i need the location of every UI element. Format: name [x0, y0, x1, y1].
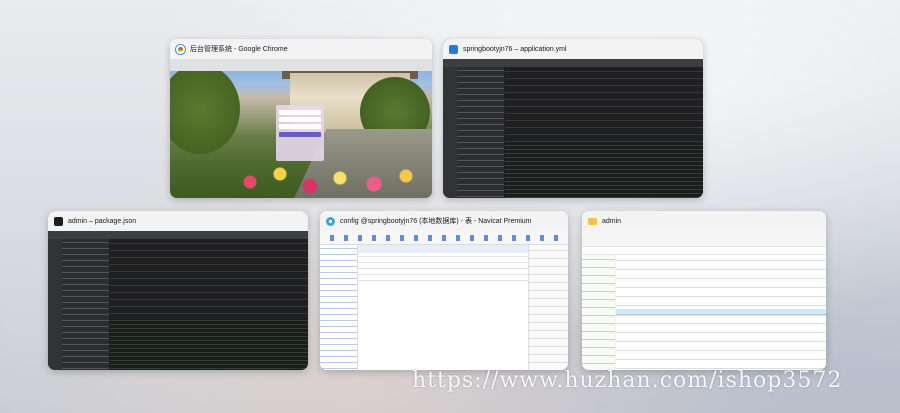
browser-tab-strip: [170, 59, 432, 71]
login-field: [279, 124, 321, 129]
webstorm-icon: [54, 216, 63, 226]
window-title: 后台管理系统 - Google Chrome: [190, 46, 288, 53]
folder-icon: [588, 217, 597, 225]
navicat-icon: [326, 216, 335, 226]
run-console: [505, 143, 703, 198]
window-title-bar[interactable]: config @springbootyjn76 (本地数据库) - 表 - Na…: [320, 211, 568, 231]
tree: [170, 64, 240, 154]
window-title: springbootyjn76 – application.yml: [463, 45, 567, 53]
window-title: admin: [602, 217, 622, 225]
window-intellij-application-yml[interactable]: springbootyjn76 – application.yml: [443, 39, 703, 198]
login-button: [279, 132, 321, 137]
address-bar: [582, 247, 826, 255]
project-tree: [457, 67, 505, 198]
selected-file-row: [616, 309, 826, 316]
connection-tree: [320, 245, 358, 370]
window-title: admin – package.json: [68, 217, 137, 225]
window-thumbnail: [320, 231, 568, 370]
project-tree: [62, 239, 110, 370]
code-editor: [505, 67, 703, 144]
window-title-bar[interactable]: admin: [582, 211, 826, 231]
code-editor: [110, 239, 308, 323]
ide-toolbar: [48, 231, 308, 239]
chrome-icon: [176, 44, 185, 54]
explorer-toolbar: [582, 231, 826, 247]
intellij-icon: [449, 44, 458, 54]
window-thumbnail: [48, 231, 308, 370]
window-title-bar[interactable]: springbootyjn76 – application.yml: [443, 39, 703, 59]
object-info-panel: [528, 245, 568, 370]
navigation-pane: [582, 255, 616, 370]
window-file-explorer[interactable]: admin: [582, 211, 826, 370]
window-title-bar[interactable]: admin – package.json: [48, 211, 308, 231]
flowers: [230, 158, 430, 198]
window-chrome[interactable]: 后台管理系统 - Google Chrome: [170, 39, 432, 198]
login-field: [279, 117, 321, 122]
window-thumbnail: [170, 59, 432, 198]
ide-toolbar: [443, 59, 703, 67]
window-webstorm-package-json[interactable]: admin – package.json: [48, 211, 308, 370]
ide-side-bar: [48, 239, 62, 370]
window-title-bar[interactable]: 后台管理系统 - Google Chrome: [170, 39, 432, 59]
terminal: [110, 322, 308, 370]
window-navicat[interactable]: config @springbootyjn76 (本地数据库) - 表 - Na…: [320, 211, 568, 370]
window-title: config @springbootyjn76 (本地数据库) - 表 - Na…: [340, 218, 532, 225]
login-field: [279, 110, 321, 115]
watermark-url: https://www.huzhan.com/ishop3572: [412, 368, 843, 393]
window-thumbnail: [582, 231, 826, 370]
navicat-toolbar: [320, 231, 568, 245]
ide-side-bar: [443, 67, 457, 198]
login-card: [276, 105, 324, 161]
table-data-grid: [358, 245, 528, 370]
window-thumbnail: [443, 59, 703, 198]
